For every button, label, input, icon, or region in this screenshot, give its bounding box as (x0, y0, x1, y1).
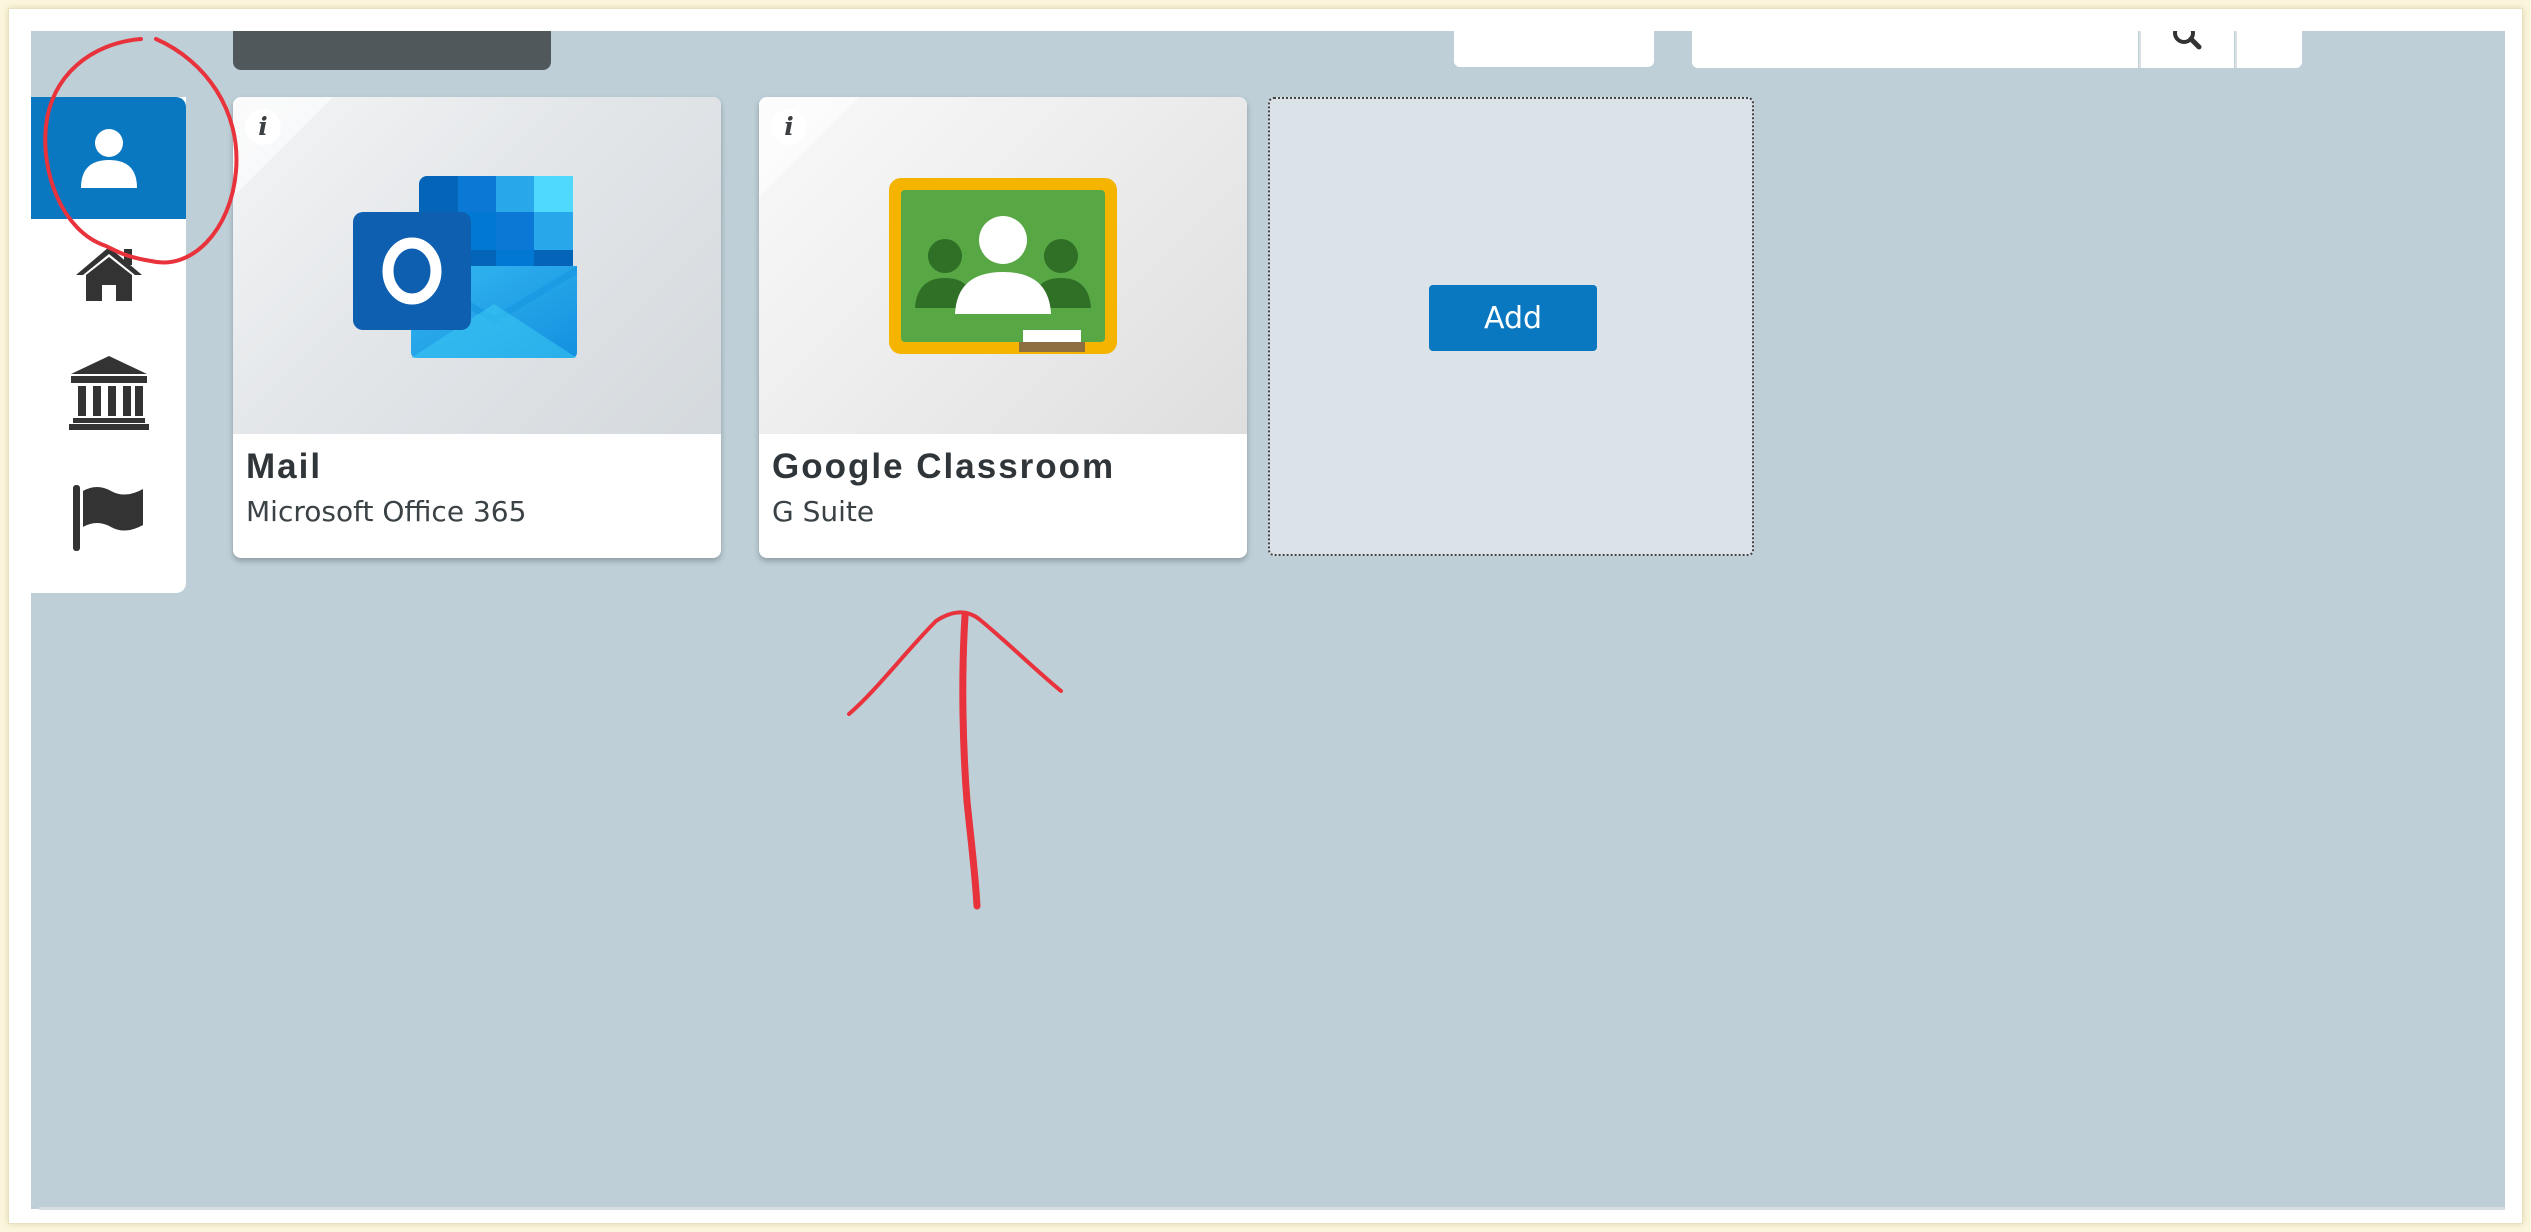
app-card-image: i (759, 97, 1247, 434)
app-screen: i Mail Microsoft Office 365 i Google Cla… (31, 31, 2505, 1209)
sidebar-item-user[interactable] (31, 97, 186, 219)
outlook-icon (353, 176, 577, 358)
app-card-image: i (233, 97, 721, 434)
home-icon (75, 247, 142, 301)
search-button[interactable] (2139, 31, 2234, 68)
top-bar-title-area[interactable] (233, 31, 551, 70)
top-bar-extra-button[interactable] (2235, 31, 2302, 68)
search-icon (2172, 31, 2201, 50)
sidebar (31, 97, 186, 593)
app-card-google-classroom[interactable]: i Google Classroom G Suite (759, 97, 1247, 558)
add-button[interactable]: Add (1429, 285, 1597, 351)
app-card-title: Google Classroom (772, 447, 1116, 486)
google-classroom-icon (889, 178, 1117, 354)
flag-icon (72, 485, 143, 551)
sidebar-item-home[interactable] (31, 219, 186, 329)
bottom-divider (39, 1207, 2505, 1210)
app-card-subtitle: Microsoft Office 365 (246, 495, 527, 528)
sidebar-item-flag[interactable] (31, 463, 186, 573)
app-card-subtitle: G Suite (772, 495, 875, 528)
top-bar-dropdown[interactable] (1454, 31, 1654, 67)
photo-frame: i Mail Microsoft Office 365 i Google Cla… (8, 8, 2523, 1224)
info-icon[interactable]: i (245, 109, 281, 145)
sidebar-item-institution[interactable] (31, 337, 186, 447)
app-card-mail[interactable]: i Mail Microsoft Office 365 (233, 97, 721, 558)
user-icon (80, 129, 137, 188)
add-app-placeholder: Add (1268, 97, 1754, 556)
institution-icon (68, 356, 149, 430)
app-card-title: Mail (246, 447, 323, 486)
info-icon[interactable]: i (771, 109, 807, 145)
annotation-arrow-head (847, 610, 1063, 716)
search-input[interactable] (1692, 31, 2138, 68)
annotation-arrow-shaft (959, 612, 981, 910)
